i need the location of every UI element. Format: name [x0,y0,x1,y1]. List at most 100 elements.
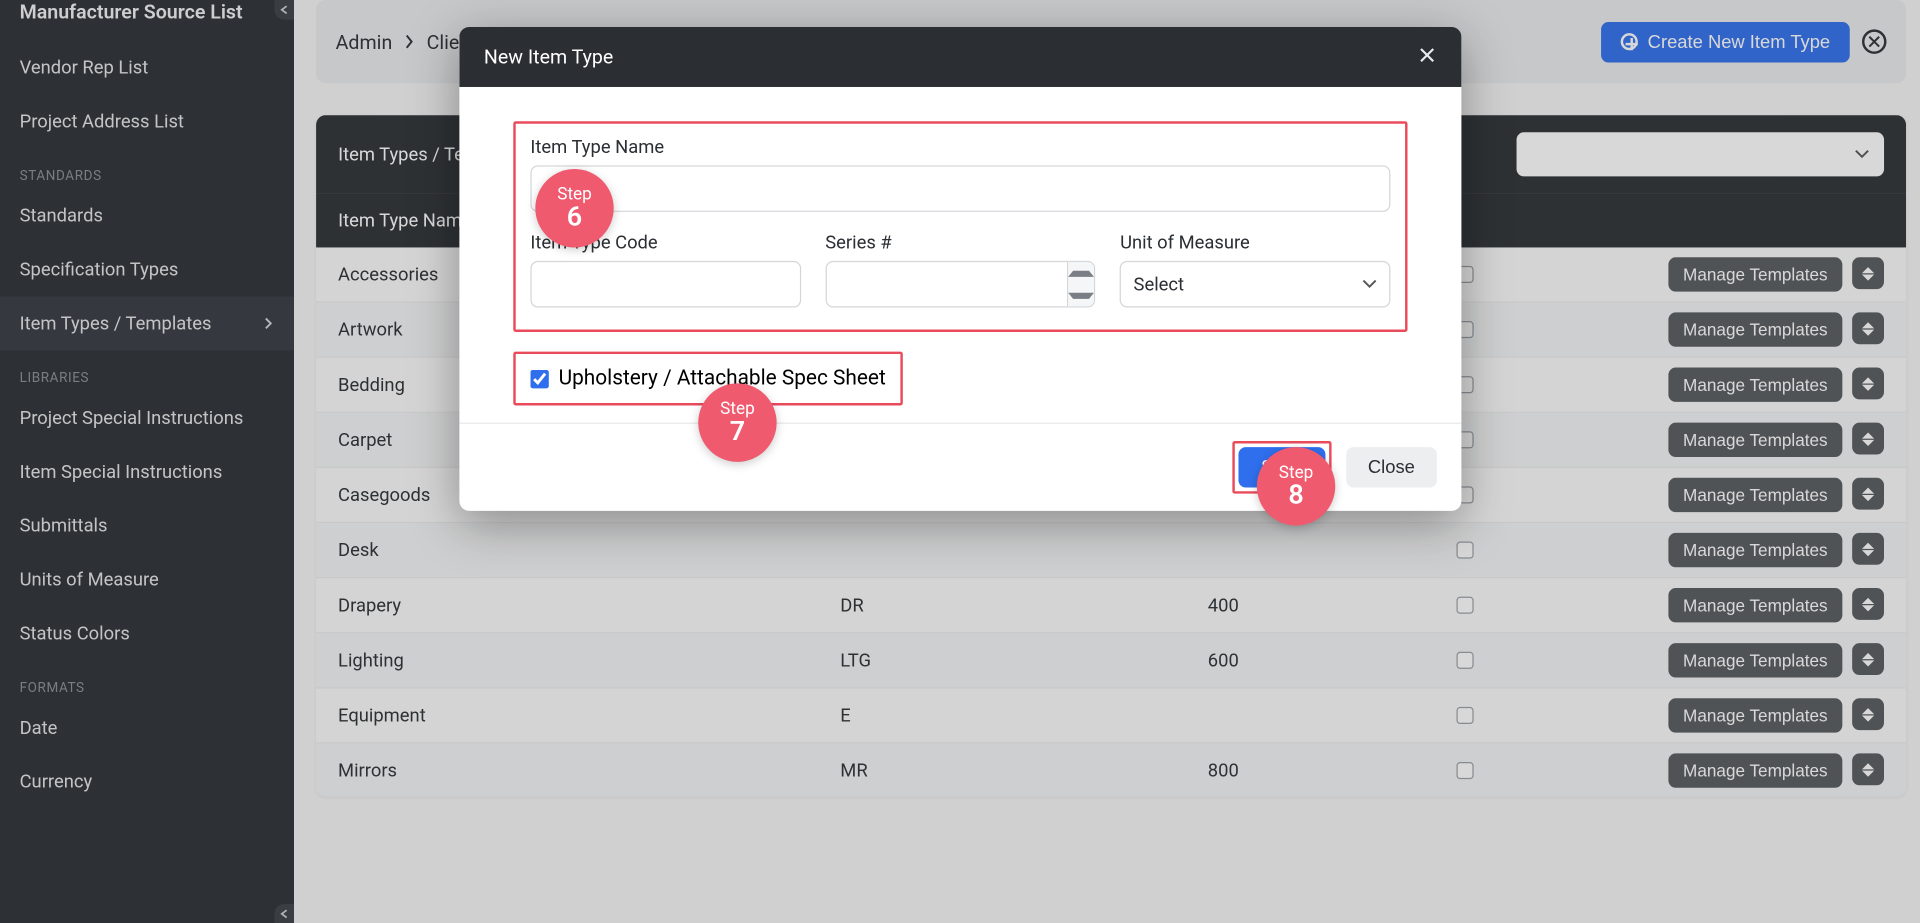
sort-handle[interactable] [1852,312,1884,344]
annotation-step7-badge: Step 7 [698,383,776,461]
input-series[interactable] [825,261,1095,308]
chevron-right-icon [405,30,415,53]
manage-templates-button[interactable]: Manage Templates [1668,753,1842,787]
sidebar-item-units-of-measure[interactable]: Units of Measure [0,552,294,606]
manage-templates-button[interactable]: Manage Templates [1668,368,1842,402]
annotation-step-number: 8 [1288,483,1303,510]
sort-handle[interactable] [1852,698,1884,730]
annotation-step-number: 6 [567,205,582,232]
sidebar-item-submittals[interactable]: Submittals [0,499,294,553]
manage-templates-button[interactable]: Manage Templates [1668,423,1842,457]
cell-actions: Manage Templates [1545,478,1884,512]
chevron-down-icon [1362,279,1377,289]
manage-templates-button[interactable]: Manage Templates [1668,588,1842,622]
close-button[interactable]: Close [1346,447,1437,487]
sort-handle[interactable] [1852,533,1884,565]
chevron-down-icon[interactable] [1069,284,1095,306]
sidebar-item-label: Specification Types [20,258,179,280]
cell-actions: Manage Templates [1545,312,1884,346]
sort-handle[interactable] [1852,478,1884,510]
sidebar-item-manufacturer-source-list[interactable]: Manufacturer Source List [0,0,294,40]
annotation-step8-badge: Step 8 [1257,447,1335,525]
cell-name: Equipment [338,704,840,726]
cell-actions: Manage Templates [1545,643,1884,677]
sort-handle[interactable] [1852,423,1884,455]
checkbox-upholstery-spec[interactable] [530,369,548,387]
plus-circle-icon [1621,33,1638,50]
sidebar-item-label: Currency [20,771,93,793]
table-row: EquipmentEManage Templates [316,688,1906,743]
sidebar-item-vendor-rep-list[interactable]: Vendor Rep List [0,40,294,94]
chevron-down-icon [1855,149,1870,159]
sort-handle[interactable] [1852,257,1884,289]
sidebar-item-label: Project Special Instructions [20,407,244,429]
sort-handle[interactable] [1852,643,1884,675]
sidebar-item-project-special-instructions[interactable]: Project Special Instructions [0,391,294,445]
sidebar-item-status-colors[interactable]: Status Colors [0,606,294,660]
cell-code: MR [840,760,1207,782]
label-uom: Unit of Measure [1120,232,1390,254]
sidebar-item-date[interactable]: Date [0,701,294,755]
select-uom[interactable]: Select [1120,261,1390,308]
input-item-type-code[interactable] [530,261,800,308]
sidebar: Manufacturer Source List Vendor Rep List… [0,0,294,923]
cell-name: Lighting [338,649,840,671]
cell-name: Desk [338,539,840,561]
card-filter-select[interactable] [1517,132,1885,176]
sidebar-item-label: Project Address List [20,110,184,132]
spec-checkbox[interactable] [1457,541,1474,558]
cell-spec [1385,597,1544,614]
cell-actions: Manage Templates [1545,698,1884,732]
create-new-item-type-button[interactable]: Create New Item Type [1601,21,1850,61]
manage-templates-button[interactable]: Manage Templates [1668,643,1842,677]
sidebar-collapse-bottom-icon[interactable] [274,904,294,923]
chevron-up-icon[interactable] [1069,262,1095,284]
sort-handle[interactable] [1852,588,1884,620]
sidebar-section-standards: STANDARDS [0,148,294,188]
modal-title: New Item Type [484,45,613,68]
manage-templates-button[interactable]: Manage Templates [1668,257,1842,291]
series-stepper[interactable] [1067,262,1094,306]
sidebar-section-formats: FORMATS [0,660,294,700]
sidebar-item-label: Submittals [20,515,108,537]
manage-templates-button[interactable]: Manage Templates [1668,698,1842,732]
spec-checkbox[interactable] [1457,652,1474,669]
spec-checkbox[interactable] [1457,597,1474,614]
table-row: LightingLTG600Manage Templates [316,633,1906,688]
sidebar-item-label: Standards [20,205,103,227]
chevron-right-icon [262,312,274,334]
sidebar-item-item-special-instructions[interactable]: Item Special Instructions [0,445,294,499]
sidebar-item-project-address-list[interactable]: Project Address List [0,94,294,148]
sidebar-collapse-top-icon[interactable] [274,0,294,20]
table-row: MirrorsMR800Manage Templates [316,744,1906,797]
sidebar-item-item-types-templates[interactable]: Item Types / Templates [0,296,294,350]
cell-series: 400 [1208,594,1386,616]
cell-actions: Manage Templates [1545,368,1884,402]
sidebar-item-label: Item Types / Templates [20,312,212,334]
manage-templates-button[interactable]: Manage Templates [1668,533,1842,567]
spec-checkbox[interactable] [1457,707,1474,724]
sort-handle[interactable] [1852,368,1884,400]
manage-templates-button[interactable]: Manage Templates [1668,312,1842,346]
breadcrumb-admin[interactable]: Admin [336,30,393,53]
sidebar-item-label: Item Special Instructions [20,461,223,483]
sidebar-item-currency[interactable]: Currency [0,755,294,809]
label-series: Series # [825,232,1095,254]
annotation-step6-box: Item Type Name Item Type Code Series # [513,121,1407,332]
spec-checkbox[interactable] [1457,762,1474,779]
sidebar-item-label: Date [20,717,58,739]
button-label: Create New Item Type [1648,31,1830,52]
cell-name: Drapery [338,594,840,616]
close-page-button[interactable] [1862,29,1887,54]
sidebar-item-standards[interactable]: Standards [0,189,294,243]
table-row: DraperyDR400Manage Templates [316,578,1906,633]
modal-close-button[interactable] [1417,45,1437,68]
input-item-type-name[interactable] [530,165,1390,212]
manage-templates-button[interactable]: Manage Templates [1668,478,1842,512]
sidebar-item-spec-types[interactable]: Specification Types [0,243,294,297]
cell-spec [1385,541,1544,558]
new-item-type-modal: New Item Type Item Type Name Item Type C… [459,27,1461,511]
cell-actions: Manage Templates [1545,533,1884,567]
sort-handle[interactable] [1852,753,1884,785]
cell-spec [1385,652,1544,669]
